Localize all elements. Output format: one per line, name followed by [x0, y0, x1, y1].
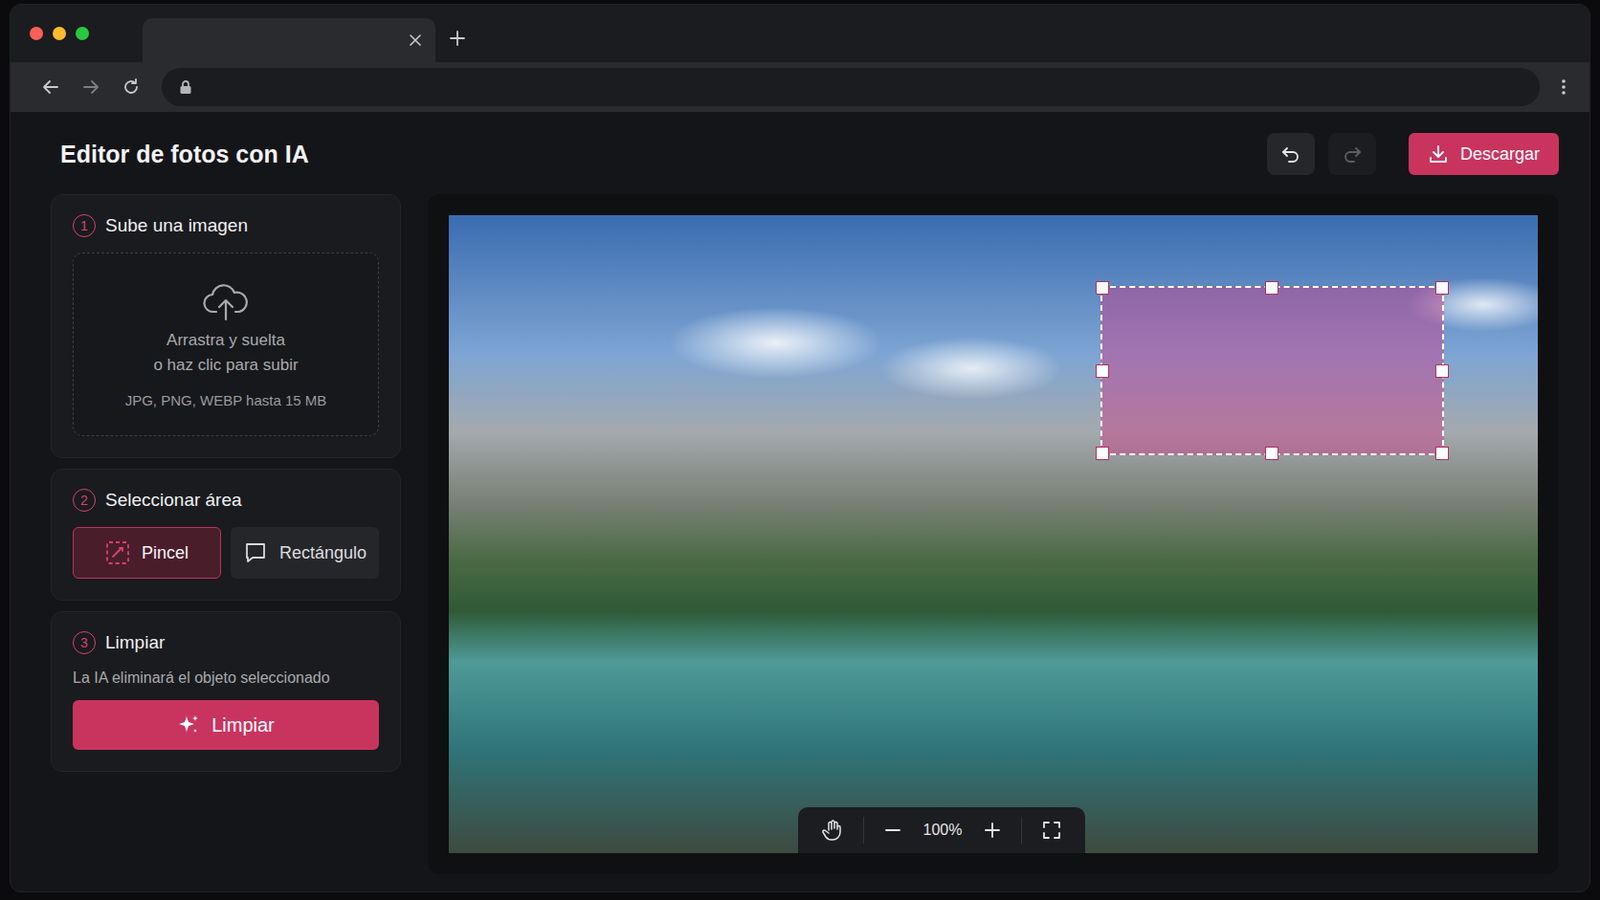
upload-card: 1 Sube una imagen Arrastra y suelta o haz c… — [50, 194, 401, 459]
accepted-formats: JPG, PNG, WEBP hasta 15 MB — [125, 392, 328, 409]
download-icon — [1427, 143, 1449, 165]
clean-label: Limpiar — [211, 714, 275, 737]
maximize-window-button[interactable] — [75, 26, 89, 41]
drop-line: o haz clic para subir — [153, 355, 298, 376]
resize-handle[interactable] — [1435, 281, 1449, 295]
forward-arrow-icon[interactable] — [81, 77, 101, 97]
address-bar[interactable] — [161, 67, 1540, 107]
close-window-button[interactable] — [29, 26, 44, 41]
zoom-level: 100% — [921, 822, 964, 840]
step-number: 1 — [72, 214, 96, 238]
download-button[interactable]: Descargar — [1408, 133, 1559, 176]
redo-icon — [1341, 143, 1363, 165]
step-title: Sube una imagen — [105, 215, 248, 237]
browser-toolbar — [10, 62, 1590, 112]
screen: Editor de fotos con IA Descargar 1 Sube una… — [0, 0, 1600, 900]
step-title: Seleccionar área — [105, 489, 243, 512]
zoom-in-icon[interactable] — [982, 821, 1002, 841]
sidebar: 1 Sube una imagen Arrastra y suelta o haz c… — [50, 194, 401, 875]
tool-label: Rectángulo — [279, 543, 367, 564]
selection-rectangle[interactable] — [1100, 286, 1445, 456]
app-title: Editor de fotos con IA — [60, 140, 310, 169]
download-label: Descargar — [1460, 144, 1540, 165]
step-title: Limpiar — [105, 632, 165, 654]
browser-tab[interactable] — [142, 18, 436, 63]
photo[interactable]: 100% — [448, 215, 1538, 854]
editor-body: 1 Sube una imagen Arrastra y suelta o haz c… — [50, 194, 1559, 875]
lock-icon — [178, 79, 193, 95]
step-header: 2 Seleccionar área — [72, 488, 379, 512]
clean-card: 3 Limpiar La IA eliminará el objeto selecc… — [50, 611, 401, 773]
cloud-upload-icon — [201, 281, 250, 322]
select-area-card: 2 Seleccionar área Pincel Rectángulo — [50, 468, 401, 601]
header-actions: Descargar — [1266, 133, 1559, 176]
brush-select-icon — [105, 540, 131, 566]
zoom-out-icon[interactable] — [883, 821, 903, 841]
page: Editor de fotos con IA Descargar 1 Sube una… — [10, 111, 1590, 892]
window-controls — [29, 26, 89, 41]
tool-label: Pincel — [141, 543, 189, 564]
undo-icon — [1280, 143, 1302, 165]
app-header: Editor de fotos con IA Descargar — [50, 129, 1559, 195]
rectangle-icon — [243, 540, 268, 566]
resize-handle[interactable] — [1095, 281, 1110, 295]
plus-icon[interactable] — [448, 29, 467, 47]
resize-handle[interactable] — [1435, 446, 1449, 461]
fullscreen-icon[interactable] — [1041, 820, 1063, 842]
browser-window: Editor de fotos con IA Descargar 1 Sube una… — [9, 3, 1591, 893]
resize-handle[interactable] — [1265, 446, 1279, 461]
tab-strip — [10, 4, 1590, 63]
clean-description: La IA eliminará el objeto seleccionado — [72, 669, 379, 688]
tool-group: Pincel Rectángulo — [72, 527, 379, 579]
drop-instructions: Arrastra y suelta o haz clic para subir — [153, 331, 298, 376]
redo-button[interactable] — [1328, 133, 1377, 176]
reload-icon[interactable] — [121, 77, 141, 97]
minimize-window-button[interactable] — [52, 26, 67, 41]
resize-handle[interactable] — [1095, 446, 1110, 461]
clean-button[interactable]: Limpiar — [72, 700, 379, 751]
step-number: 3 — [72, 631, 96, 655]
hand-pan-icon[interactable] — [821, 819, 845, 843]
zoom-toolbar: 100% — [798, 807, 1086, 854]
undo-button[interactable] — [1266, 133, 1315, 176]
step-number: 2 — [72, 488, 96, 512]
menu-dots-icon[interactable] — [1560, 77, 1567, 97]
tool-button[interactable]: Rectángulo — [230, 527, 379, 579]
dropzone[interactable]: Arrastra y suelta o haz clic para subir JP… — [72, 252, 379, 437]
sparkle-icon — [177, 713, 200, 737]
step-header: 1 Sube una imagen — [72, 214, 379, 238]
step-header: 3 Limpiar — [72, 631, 379, 655]
canvas-panel: 100% — [427, 194, 1559, 875]
separator — [863, 817, 865, 845]
drop-line: Arrastra y suelta — [166, 331, 286, 351]
separator — [1021, 817, 1023, 845]
resize-handle[interactable] — [1435, 364, 1449, 378]
tool-button[interactable]: Pincel — [72, 527, 222, 579]
close-icon[interactable] — [408, 33, 423, 47]
resize-handle[interactable] — [1095, 364, 1110, 378]
resize-handle[interactable] — [1265, 281, 1279, 295]
back-arrow-icon[interactable] — [41, 77, 61, 97]
